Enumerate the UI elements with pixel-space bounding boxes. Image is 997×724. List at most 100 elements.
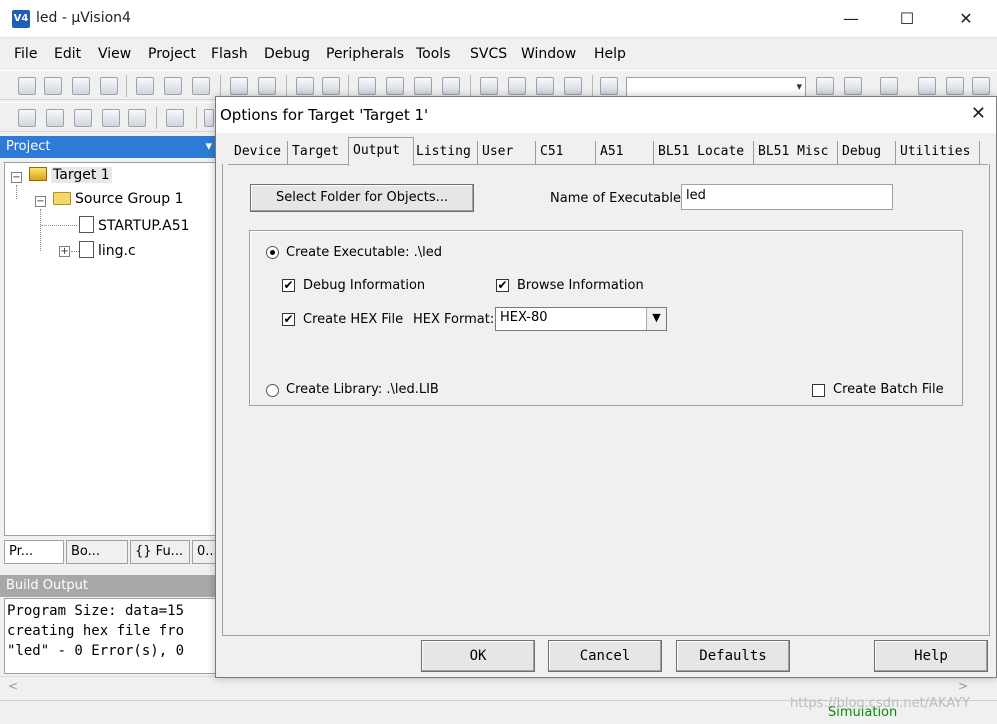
horizontal-scrollbar[interactable]: < > — [0, 676, 997, 694]
target-icon — [29, 167, 47, 181]
tab-functions[interactable]: {} Fu... — [130, 540, 190, 564]
tab-project[interactable]: Pr... — [4, 540, 64, 564]
tab-user[interactable]: User — [478, 141, 536, 164]
tab-target[interactable]: Target — [288, 141, 350, 164]
cancel-button[interactable]: Cancel — [548, 640, 662, 672]
undo-icon[interactable] — [230, 77, 248, 95]
prev-bookmark-icon[interactable] — [386, 77, 404, 95]
stop-build-icon[interactable] — [128, 109, 146, 127]
next-bookmark-icon[interactable] — [414, 77, 432, 95]
create-executable-radio[interactable] — [266, 246, 279, 259]
menu-view[interactable]: View — [98, 46, 131, 62]
find-combo[interactable] — [626, 77, 806, 97]
tab-c51[interactable]: C51 — [536, 141, 596, 164]
uncomment-icon[interactable] — [564, 77, 582, 95]
ok-button[interactable]: OK — [421, 640, 535, 672]
browse-information-checkbox[interactable]: ✔ — [496, 279, 509, 292]
browse-information-label: Browse Information — [517, 278, 644, 293]
menu-flash[interactable]: Flash — [211, 46, 248, 62]
incremental-find-icon[interactable] — [844, 77, 862, 95]
select-folder-button[interactable]: Select Folder for Objects... — [250, 184, 474, 212]
tree-node-source-group[interactable]: Source Group 1 — [53, 191, 184, 207]
expand-file-icon[interactable]: + — [59, 246, 70, 257]
open-file-icon[interactable] — [44, 77, 62, 95]
tab-utilities[interactable]: Utilities — [896, 141, 980, 164]
options-for-target-dialog: Options for Target 'Target 1' ✕ Device T… — [215, 96, 997, 678]
debug-information-checkbox[interactable]: ✔ — [282, 279, 295, 292]
menu-peripherals[interactable]: Peripherals — [326, 46, 404, 62]
paste-icon[interactable] — [192, 77, 210, 95]
menu-project[interactable]: Project — [148, 46, 196, 62]
build-output-line: Program Size: data=15 — [7, 603, 185, 619]
find-icon[interactable] — [816, 77, 834, 95]
load-icon[interactable] — [166, 109, 184, 127]
tab-bl51-locate[interactable]: BL51 Locate — [654, 141, 754, 164]
name-of-executable-input[interactable]: led — [681, 184, 893, 210]
translate-icon[interactable] — [18, 109, 36, 127]
create-batch-file-checkbox[interactable] — [812, 384, 825, 397]
tree-node-target-label: Target 1 — [51, 167, 112, 183]
rebuild-icon[interactable] — [74, 109, 92, 127]
menu-file[interactable]: File — [14, 46, 37, 62]
tree-connector — [41, 225, 77, 226]
tree-node-file[interactable]: ling.c — [79, 241, 136, 259]
chevron-down-icon[interactable]: ▼ — [646, 308, 666, 330]
breakpoint-icon[interactable] — [918, 77, 936, 95]
menu-help[interactable]: Help — [594, 46, 626, 62]
save-all-icon[interactable] — [100, 77, 118, 95]
tab-output[interactable]: Output — [348, 137, 414, 166]
collapse-target-icon[interactable]: − — [11, 172, 22, 183]
tab-bl51-misc[interactable]: BL51 Misc — [754, 141, 838, 164]
menu-debug[interactable]: Debug — [264, 46, 310, 62]
tree-node-target[interactable]: Target 1 — [29, 167, 112, 183]
tab-debug[interactable]: Debug — [838, 141, 896, 164]
kill-breakpoints-icon[interactable] — [972, 77, 990, 95]
menu-svcs[interactable]: SVCS — [470, 46, 507, 62]
debug-session-icon[interactable] — [880, 77, 898, 95]
tab-templates[interactable]: 0... — [192, 540, 216, 564]
bookmark-icon[interactable] — [358, 77, 376, 95]
nav-forward-icon[interactable] — [322, 77, 340, 95]
tab-a51[interactable]: A51 — [596, 141, 654, 164]
help-button[interactable]: Help — [874, 640, 988, 672]
clear-bookmarks-icon[interactable] — [442, 77, 460, 95]
debug-information-label: Debug Information — [303, 278, 426, 293]
save-icon[interactable] — [72, 77, 90, 95]
batch-build-icon[interactable] — [102, 109, 120, 127]
menu-tools[interactable]: Tools — [416, 46, 451, 62]
panel-dropdown-icon[interactable]: ▾ — [205, 136, 212, 158]
minimize-button[interactable]: — — [828, 4, 874, 34]
hex-format-select[interactable]: HEX-80 ▼ — [495, 307, 667, 331]
unindent-icon[interactable] — [508, 77, 526, 95]
tab-books[interactable]: Bo... — [66, 540, 128, 564]
find-in-files-icon[interactable] — [600, 77, 618, 95]
toolbar-separator — [348, 75, 349, 97]
create-hex-file-checkbox[interactable]: ✔ — [282, 313, 295, 326]
target-select-icon[interactable] — [204, 109, 214, 127]
tree-node-file[interactable]: STARTUP.A51 — [79, 216, 190, 234]
scroll-right-icon[interactable]: > — [958, 677, 968, 695]
hex-format-value: HEX-80 — [500, 310, 548, 325]
new-file-icon[interactable] — [18, 77, 36, 95]
defaults-button[interactable]: Defaults — [676, 640, 790, 672]
indent-icon[interactable] — [480, 77, 498, 95]
comment-icon[interactable] — [536, 77, 554, 95]
dialog-tabstrip: Device Target Output Listing User C51 A5… — [228, 137, 988, 166]
tab-listing[interactable]: Listing — [412, 141, 478, 164]
collapse-group-icon[interactable]: − — [35, 196, 46, 207]
scroll-left-icon[interactable]: < — [8, 677, 18, 695]
maximize-button[interactable]: ☐ — [884, 4, 930, 34]
menu-edit[interactable]: Edit — [54, 46, 81, 62]
create-library-radio[interactable] — [266, 384, 279, 397]
close-window-button[interactable]: ✕ — [943, 4, 989, 34]
cut-icon[interactable] — [136, 77, 154, 95]
build-icon[interactable] — [46, 109, 64, 127]
redo-icon[interactable] — [258, 77, 276, 95]
dialog-close-icon[interactable]: ✕ — [971, 103, 986, 124]
copy-icon[interactable] — [164, 77, 182, 95]
nav-back-icon[interactable] — [296, 77, 314, 95]
tab-device[interactable]: Device — [230, 141, 288, 164]
disable-breakpoint-icon[interactable] — [946, 77, 964, 95]
menu-window[interactable]: Window — [521, 46, 576, 62]
folder-icon — [53, 192, 71, 205]
